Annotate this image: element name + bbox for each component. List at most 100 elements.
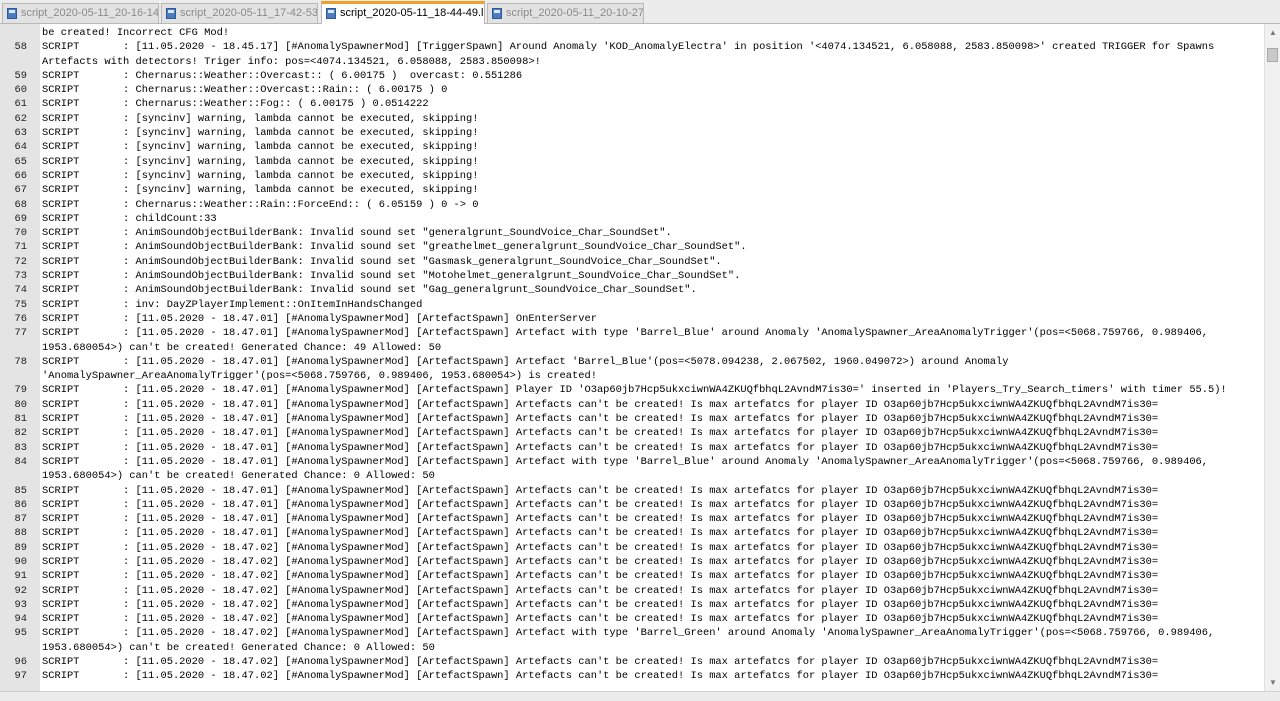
tab-label: script_2020-05-11_18-44-49.log [340,7,485,19]
line-number: 90 [14,555,27,568]
line-text: SCRIPT : [11.05.2020 - 18.47.01] [#Anoma… [42,355,1009,368]
tab-script-2020-05-11-20-16-14[interactable]: script_2020-05-11_20-16-14.log [2,3,159,23]
line-number: 96 [14,656,27,669]
line-number: 71 [14,241,27,254]
line-number: 95 [14,627,27,640]
line-number: 92 [14,584,27,597]
log-line: 59 SCRIPT : Chernarus::Weather::Overcast:… [0,69,1262,83]
line-text: SCRIPT : [11.05.2020 - 18.47.02] [#Anoma… [42,670,1159,683]
log-line: 85 SCRIPT : [11.05.2020 - 18.47.01] [#Ano… [0,484,1262,498]
line-text: SCRIPT : [11.05.2020 - 18.47.01] [#Anoma… [42,513,1159,526]
log-line: 97 SCRIPT : [11.05.2020 - 18.47.02] [#Ano… [0,669,1262,683]
line-number: 59 [14,69,27,82]
line-number: 82 [14,427,27,440]
line-text: SCRIPT : Chernarus::Weather::Overcast::R… [42,84,448,97]
line-number: 70 [14,227,27,240]
log-line: 76 SCRIPT : [11.05.2020 - 18.47.01] [#Ano… [0,312,1262,326]
log-line: 95 SCRIPT : [11.05.2020 - 18.47.02] [#Ano… [0,626,1262,640]
log-line: 79 SCRIPT : [11.05.2020 - 18.47.01] [#Ano… [0,383,1262,397]
log-line: 71 SCRIPT : AnimSoundObjectBuilderBank: I… [0,240,1262,254]
log-line: 90 SCRIPT : [11.05.2020 - 18.47.02] [#Ano… [0,555,1262,569]
log-line: 86 SCRIPT : [11.05.2020 - 18.47.01] [#Ano… [0,498,1262,512]
log-line: Artefacts with detectors! Triger info: p… [0,55,1262,69]
tab-script-2020-05-11-20-10-27[interactable]: script_2020-05-11_20-10-27.log [487,3,644,23]
line-number: 72 [14,255,27,268]
line-text: SCRIPT : [syncinv] warning, lambda canno… [42,169,479,182]
log-line: 96 SCRIPT : [11.05.2020 - 18.47.02] [#Ano… [0,655,1262,669]
file-icon [7,8,17,19]
line-text: SCRIPT : Chernarus::Weather::Fog:: ( 6.0… [42,98,429,111]
log-line: 88 SCRIPT : [11.05.2020 - 18.47.01] [#Ano… [0,526,1262,540]
line-number: 87 [14,513,27,526]
log-line: 68 SCRIPT : Chernarus::Weather::Rain::For… [0,198,1262,212]
line-number: 85 [14,484,27,497]
line-text: SCRIPT : [11.05.2020 - 18.47.01] [#Anoma… [42,427,1159,440]
log-line: 66 SCRIPT : [syncinv] warning, lambda can… [0,169,1262,183]
log-line: 84 SCRIPT : [11.05.2020 - 18.47.01] [#Ano… [0,455,1262,469]
line-text: SCRIPT : [syncinv] warning, lambda canno… [42,141,479,154]
line-number: 94 [14,613,27,626]
line-text: SCRIPT : [11.05.2020 - 18.47.01] [#Anoma… [42,327,1209,340]
line-text: SCRIPT : [11.05.2020 - 18.47.01] [#Anoma… [42,498,1159,511]
log-line: 74 SCRIPT : AnimSoundObjectBuilderBank: I… [0,283,1262,297]
line-text: SCRIPT : [11.05.2020 - 18.47.01] [#Anoma… [42,312,597,325]
log-line: 87 SCRIPT : [11.05.2020 - 18.47.01] [#Ano… [0,512,1262,526]
log-line: 64 SCRIPT : [syncinv] warning, lambda can… [0,140,1262,154]
line-text: SCRIPT : [11.05.2020 - 18.47.01] [#Anoma… [42,413,1159,426]
log-line: 'AnomalySpawner_AreaAnomalyTrigger'(pos=… [0,369,1262,383]
log-line: 78 SCRIPT : [11.05.2020 - 18.47.01] [#Ano… [0,355,1262,369]
tab-bar: script_2020-05-11_20-16-14.log script_20… [0,0,1280,24]
line-text: SCRIPT : [11.05.2020 - 18.47.01] [#Anoma… [42,384,1227,397]
log-line: 69 SCRIPT : childCount:33 [0,212,1262,226]
log-line: 58 SCRIPT : [11.05.2020 - 18.45.17] [#Ano… [0,40,1262,54]
scroll-down-icon[interactable]: ▼ [1269,678,1277,687]
log-line: 80 SCRIPT : [11.05.2020 - 18.47.01] [#Ano… [0,398,1262,412]
tab-label: script_2020-05-11_17-42-53.log [180,7,318,19]
line-text: 'AnomalySpawner_AreaAnomalyTrigger'(pos=… [42,370,597,383]
log-line: 72 SCRIPT : AnimSoundObjectBuilderBank: I… [0,255,1262,269]
line-text: SCRIPT : [11.05.2020 - 18.47.02] [#Anoma… [42,570,1159,583]
line-text: SCRIPT : [syncinv] warning, lambda canno… [42,184,479,197]
log-line: 62 SCRIPT : [syncinv] warning, lambda can… [0,112,1262,126]
line-text: SCRIPT : AnimSoundObjectBuilderBank: Inv… [42,270,741,283]
line-text: SCRIPT : AnimSoundObjectBuilderBank: Inv… [42,255,722,268]
log-line: 75 SCRIPT : inv: DayZPlayerImplement::OnI… [0,298,1262,312]
log-line: 77 SCRIPT : [11.05.2020 - 18.47.01] [#Ano… [0,326,1262,340]
log-lines: be created! Incorrect CFG Mod! 58 SCRIPT :… [0,26,1262,684]
log-line: be created! Incorrect CFG Mod! [0,26,1262,40]
log-line: 65 SCRIPT : [syncinv] warning, lambda can… [0,155,1262,169]
scrollbar-thumb[interactable] [1267,48,1278,62]
line-text: SCRIPT : [11.05.2020 - 18.47.02] [#Anoma… [42,541,1159,554]
log-line: 1953.680054>) can't be created! Generate… [0,469,1262,483]
line-number: 77 [14,327,27,340]
line-number: 91 [14,570,27,583]
tab-label: script_2020-05-11_20-16-14.log [21,7,159,19]
line-number: 75 [14,298,27,311]
log-line: 67 SCRIPT : [syncinv] warning, lambda can… [0,183,1262,197]
line-number: 80 [14,398,27,411]
line-text: SCRIPT : inv: DayZPlayerImplement::OnIte… [42,298,423,311]
line-text: SCRIPT : [11.05.2020 - 18.47.02] [#Anoma… [42,555,1159,568]
line-number: 84 [14,455,27,468]
line-text: SCRIPT : [11.05.2020 - 18.47.02] [#Anoma… [42,584,1159,597]
tab-script-2020-05-11-17-42-53[interactable]: script_2020-05-11_17-42-53.log [161,3,318,23]
line-text: Artefacts with detectors! Triger info: p… [42,55,541,68]
line-text: SCRIPT : Chernarus::Weather::Overcast:: … [42,69,523,82]
log-line: 82 SCRIPT : [11.05.2020 - 18.47.01] [#Ano… [0,426,1262,440]
log-line: 63 SCRIPT : [syncinv] warning, lambda can… [0,126,1262,140]
line-number: 64 [14,141,27,154]
line-text: SCRIPT : [11.05.2020 - 18.47.02] [#Anoma… [42,627,1215,640]
line-number: 68 [14,198,27,211]
line-number: 60 [14,84,27,97]
line-text: SCRIPT : [11.05.2020 - 18.47.01] [#Anoma… [42,455,1209,468]
vertical-scrollbar[interactable]: ▲ ▼ [1264,24,1280,691]
log-line: 73 SCRIPT : AnimSoundObjectBuilderBank: I… [0,269,1262,283]
scroll-up-icon[interactable]: ▲ [1269,28,1277,37]
file-icon [326,8,336,19]
log-line: 70 SCRIPT : AnimSoundObjectBuilderBank: I… [0,226,1262,240]
line-number: 69 [14,212,27,225]
tab-script-2020-05-11-18-44-49[interactable]: script_2020-05-11_18-44-49.log [321,1,485,24]
horizontal-scrollbar[interactable] [0,691,1280,701]
log-editor[interactable]: be created! Incorrect CFG Mod! 58 SCRIPT :… [0,24,1280,691]
log-line: 81 SCRIPT : [11.05.2020 - 18.47.01] [#Ano… [0,412,1262,426]
